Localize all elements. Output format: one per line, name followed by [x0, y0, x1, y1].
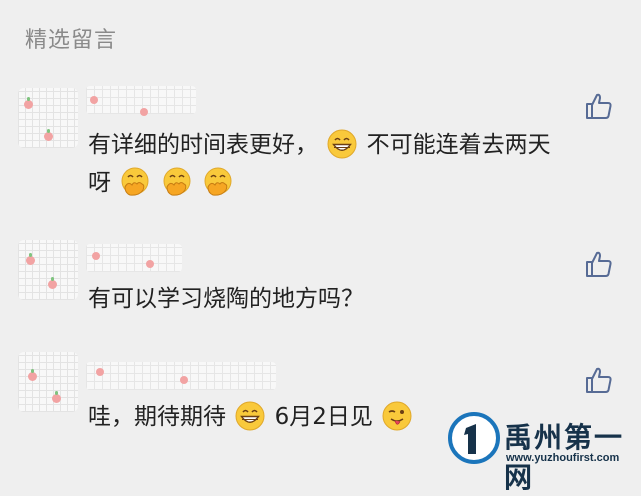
hand-over-mouth-emoji — [121, 167, 149, 196]
wink-tongue-emoji — [382, 401, 412, 430]
avatar[interactable] — [18, 88, 78, 148]
site-watermark: 禹州第一网 www.yuzhoufirst.com — [448, 408, 641, 494]
comment-text: 有可以学习烧陶的地方吗？ — [88, 286, 364, 312]
section-title: 精选留言 — [25, 28, 118, 53]
grin-emoji — [235, 401, 265, 430]
comment-item: 有可以学习烧陶的地方吗？ — [0, 240, 641, 320]
nickname-redacted — [86, 244, 182, 272]
thumbs-up-outline-icon — [586, 367, 612, 393]
avatar[interactable] — [18, 352, 78, 412]
watermark-url: www.yuzhoufirst.com — [506, 452, 620, 464]
nickname-redacted — [86, 86, 196, 116]
nickname-redacted — [86, 362, 276, 390]
thumbs-up-outline-icon — [586, 251, 612, 277]
comment-item: 有详细的时间表更好， 不可能连着去两天 呀 — [0, 82, 641, 202]
grin-emoji — [327, 129, 357, 158]
thumbs-up-outline-icon — [586, 93, 612, 119]
hand-over-mouth-emoji — [204, 167, 232, 196]
avatar[interactable] — [18, 240, 78, 300]
hand-over-mouth-emoji — [163, 167, 191, 196]
comment-text: 有详细的时间表更好， 不可能连着去两天 呀 — [88, 126, 598, 202]
like-button[interactable] — [583, 90, 615, 122]
watermark-logo-icon — [448, 412, 500, 464]
like-button[interactable] — [583, 364, 615, 396]
like-button[interactable] — [583, 248, 615, 280]
